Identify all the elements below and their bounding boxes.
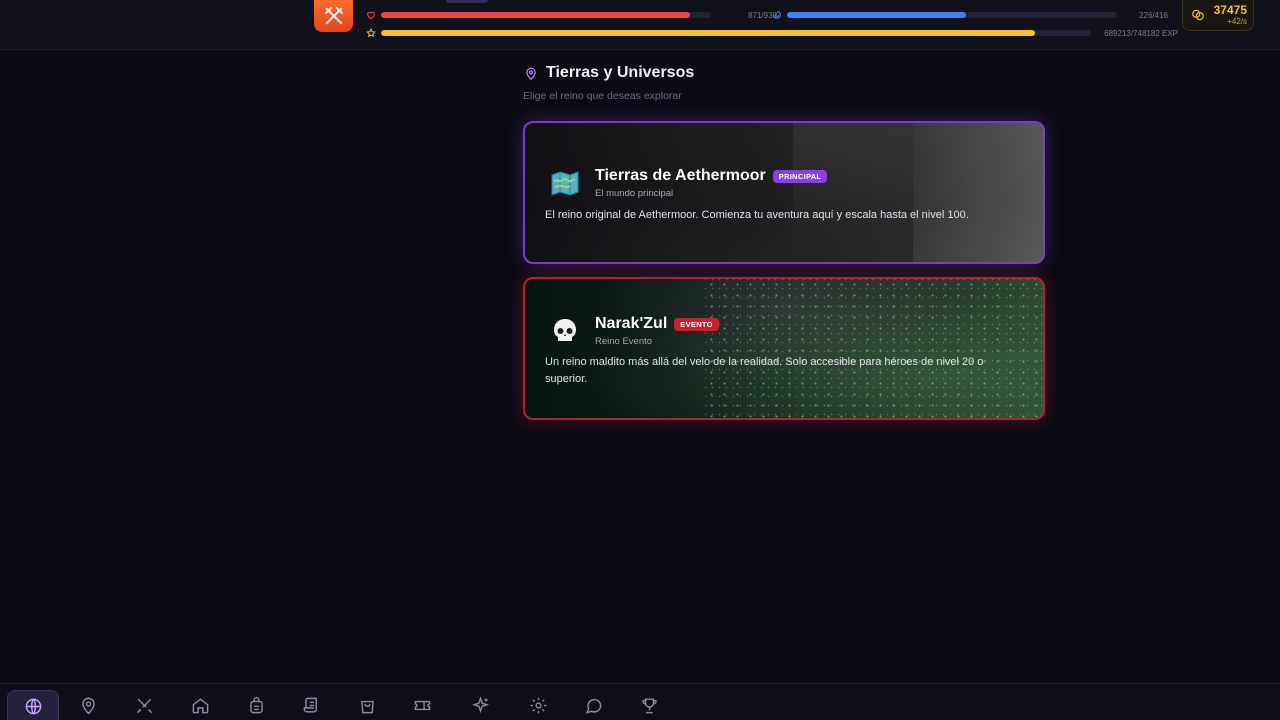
section-header: Tierras y Universos: [524, 64, 694, 82]
card-background-fog: [913, 123, 1043, 262]
realm-subtitle: Reino Evento: [595, 336, 653, 347]
nav-skills[interactable]: [454, 690, 506, 720]
map-pin-icon: [81, 697, 95, 715]
mana-bar: 226/416: [772, 10, 1168, 20]
coins-icon: [1192, 9, 1204, 21]
gold-amount: 37475: [1213, 2, 1247, 17]
home-icon: [192, 698, 208, 714]
mana-track: [787, 12, 1117, 18]
heart-icon: [366, 10, 376, 20]
nav-combat[interactable]: [118, 690, 170, 720]
bottom-nav: [0, 683, 1280, 720]
nav-inventory[interactable]: [230, 690, 282, 720]
realm-description: El reino original de Aethermoor. Comienz…: [545, 209, 969, 221]
realm-badge: EVENTO: [674, 317, 719, 331]
trophy-icon: [641, 698, 657, 714]
gold-counter[interactable]: 37475 +42/s: [1182, 0, 1254, 31]
chat-icon: [585, 698, 601, 714]
backpack-icon: [249, 696, 263, 714]
star-icon: [366, 28, 376, 38]
nav-map[interactable]: [62, 690, 114, 720]
realm-name: Tierras de Aethermoor: [595, 167, 766, 184]
nav-home[interactable]: [174, 690, 226, 720]
realm-badge: PRINCIPAL: [772, 169, 828, 183]
nav-quests[interactable]: [285, 690, 337, 720]
nav-settings[interactable]: [512, 690, 564, 720]
swords-icon: [136, 698, 152, 714]
realm-name: Narak'Zul: [595, 315, 668, 332]
globe-icon: [25, 698, 41, 714]
gear-icon: [530, 697, 546, 714]
card-background-stars: [705, 279, 1043, 418]
exp-track: [381, 30, 1091, 36]
page-subtitle: Elige el reino que deseas explorar: [523, 90, 682, 102]
mana-text: 226/416: [1139, 10, 1168, 20]
ticket-icon: [414, 700, 430, 711]
shop-bag-icon: [360, 700, 374, 714]
realm-name-row: Narak'Zul EVENTO: [595, 315, 719, 333]
realm-card-narakzul[interactable]: Narak'Zul EVENTO Reino Evento Un reino m…: [523, 277, 1045, 420]
gold-rate: +42/s: [1227, 16, 1247, 26]
nav-trophies[interactable]: [623, 690, 675, 720]
health-track: [381, 12, 711, 18]
page-title: Tierras y Universos: [546, 64, 695, 81]
exp-text: 689213/748182 EXP: [1104, 28, 1178, 38]
realm-card-aethermoor[interactable]: Tierras de Aethermoor PRINCIPAL El mundo…: [523, 121, 1045, 264]
mana-swirl-icon: [772, 10, 782, 20]
nav-tickets[interactable]: [396, 690, 448, 720]
realm-name-row: Tierras de Aethermoor PRINCIPAL: [595, 167, 828, 185]
health-bar: 871/930: [366, 10, 777, 20]
nav-chat[interactable]: [567, 690, 619, 720]
nav-shop[interactable]: [341, 690, 393, 720]
sparkles-icon: [471, 696, 489, 714]
card-background-art: [793, 123, 913, 262]
health-text: 871/930: [748, 10, 777, 20]
realm-description: Un reino maldito más allá del velo de la…: [545, 356, 984, 385]
scroll-icon: [303, 697, 317, 713]
crossed-swords-icon: [324, 6, 343, 25]
skull-icon: [549, 316, 581, 348]
avatar-notch: [446, 0, 488, 3]
top-hud: 871/930 226/416 689213/748182 EXP 37475 …: [0, 0, 1280, 50]
player-avatar[interactable]: [314, 0, 353, 32]
exp-fill: [381, 30, 1036, 36]
mana-fill: [787, 12, 967, 18]
health-fill: [381, 12, 691, 18]
exp-bar: 689213/748182 EXP: [366, 28, 1178, 38]
realm-subtitle: El mundo principal: [595, 188, 674, 199]
nav-worlds[interactable]: [7, 690, 59, 720]
map-icon: [549, 167, 581, 199]
map-pin-icon: [526, 67, 536, 80]
